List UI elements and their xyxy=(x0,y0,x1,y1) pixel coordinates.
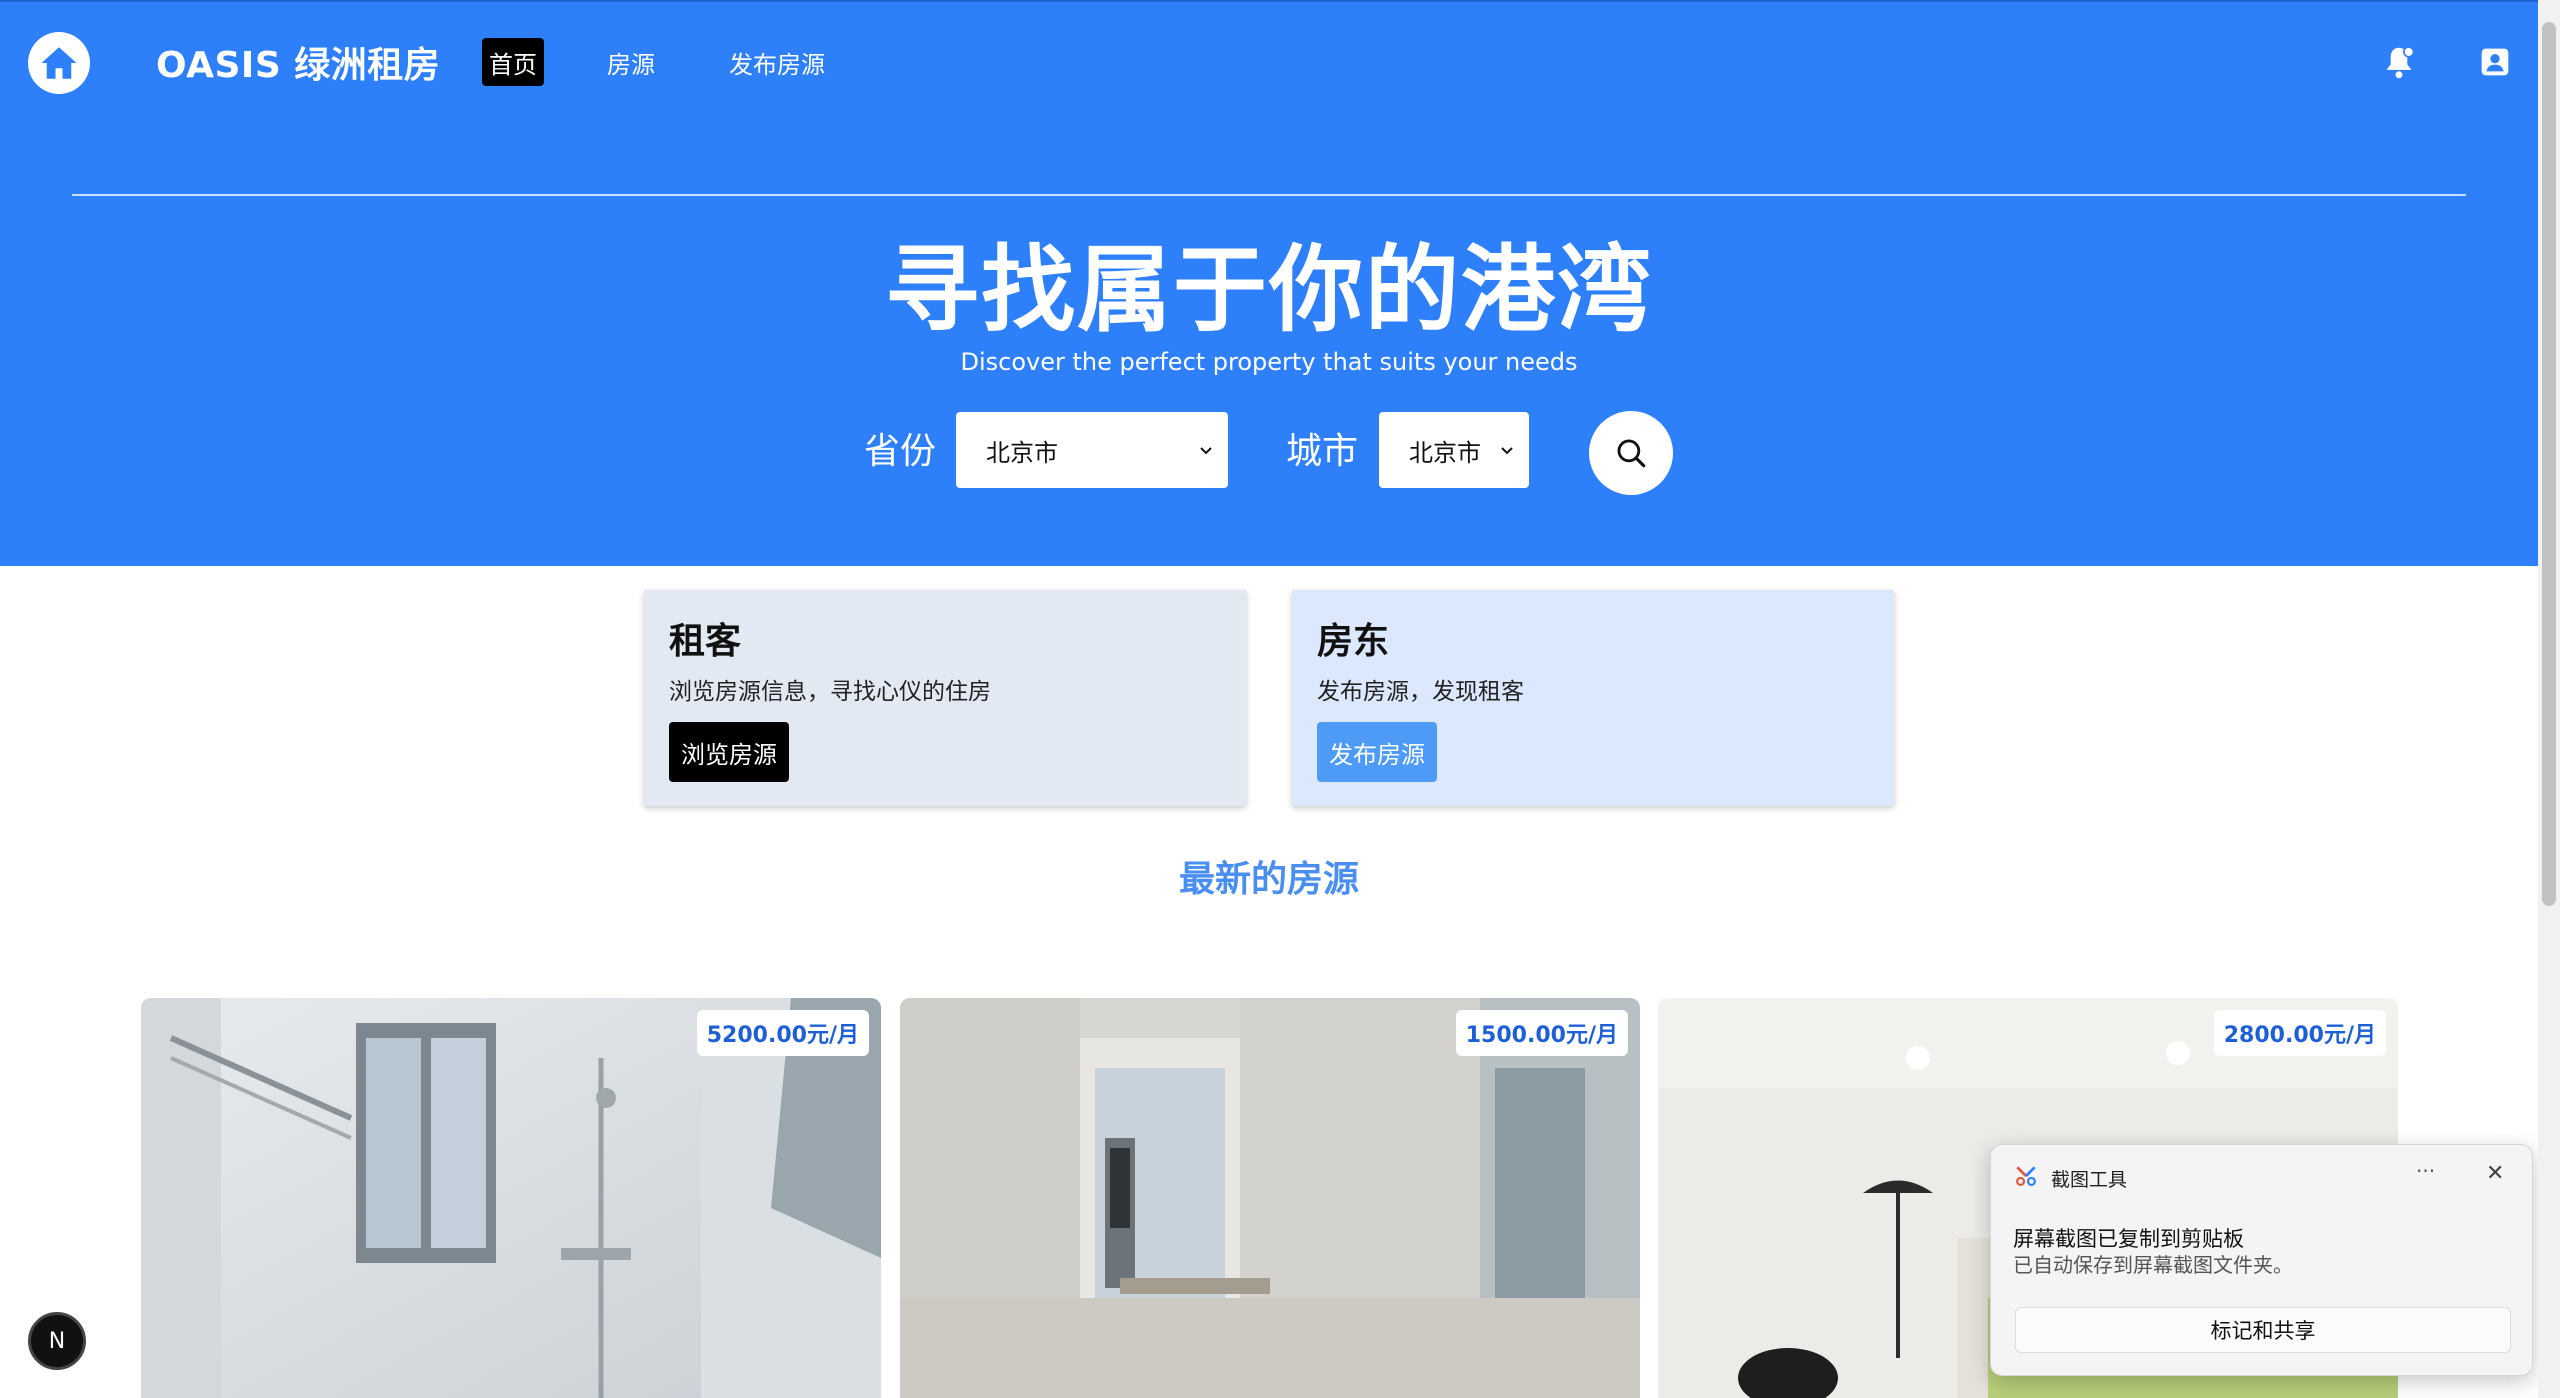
chevron-down-icon xyxy=(1501,447,1513,455)
landlord-card: 房东 发布房源，发现租客 发布房源 xyxy=(1292,590,1894,806)
listing-price: 1500.00元/月 xyxy=(1455,1010,1628,1056)
bell-icon xyxy=(2386,46,2415,79)
listing-photo-room xyxy=(900,998,1640,1398)
home-icon xyxy=(41,47,77,79)
nextjs-dev-badge[interactable]: N xyxy=(28,1312,86,1370)
profile-button[interactable] xyxy=(2479,46,2511,78)
landlord-card-description: 发布房源，发现租客 xyxy=(1317,679,1524,705)
nav-home[interactable]: 首页 xyxy=(482,38,544,86)
tenant-card: 租客 浏览房源信息，寻找心仪的住房 浏览房源 xyxy=(644,590,1246,806)
province-select-value: 北京市 xyxy=(986,438,1058,467)
tenant-card-description: 浏览房源信息，寻找心仪的住房 xyxy=(669,679,991,705)
listing-price: 2800.00元/月 xyxy=(2213,1010,2386,1056)
city-label: 城市 xyxy=(1286,431,1359,472)
snipping-tool-toast: 截图工具 ··· ✕ 屏幕截图已复制到剪贴板 已自动保存到屏幕截图文件夹。 标记… xyxy=(1990,1144,2533,1376)
province-select[interactable]: 北京市 xyxy=(956,412,1228,488)
city-select[interactable]: 北京市 xyxy=(1379,412,1529,488)
toast-close-button[interactable]: ✕ xyxy=(2486,1161,2504,1186)
province-label: 省份 xyxy=(864,431,937,472)
listing-price: 5200.00元/月 xyxy=(696,1010,869,1056)
toast-body: 已自动保存到屏幕截图文件夹。 xyxy=(2013,1253,2293,1277)
toast-app-name: 截图工具 xyxy=(2051,1169,2128,1191)
listing-photo-bathroom xyxy=(141,998,881,1398)
publish-listing-button[interactable]: 发布房源 xyxy=(1317,722,1437,782)
home-logo[interactable] xyxy=(28,32,90,94)
hero-banner: OASIS 绿洲租房 首页 房源 发布房源 寻找属于你的港湾 Discover … xyxy=(0,0,2538,566)
chevron-down-icon xyxy=(1200,447,1212,455)
snipping-tool-icon xyxy=(2016,1166,2036,1186)
toast-more-button[interactable]: ··· xyxy=(2416,1159,2435,1183)
page-scrollbar-thumb[interactable] xyxy=(2542,22,2556,906)
browse-listings-button[interactable]: 浏览房源 xyxy=(669,722,789,782)
tenant-card-title: 租客 xyxy=(669,621,742,662)
landlord-card-title: 房东 xyxy=(1317,621,1390,662)
nav-publish[interactable]: 发布房源 xyxy=(722,38,832,86)
hero-subtitle: Discover the perfect property that suits… xyxy=(960,348,1578,376)
listing-card[interactable]: 5200.00元/月 xyxy=(141,998,881,1398)
hero-title: 寻找属于你的港湾 xyxy=(884,236,1653,345)
profile-icon xyxy=(2481,48,2509,76)
hero-divider xyxy=(72,194,2466,196)
search-icon xyxy=(1617,439,1646,468)
brand-name[interactable]: OASIS 绿洲租房 xyxy=(156,36,440,88)
city-select-value: 北京市 xyxy=(1409,438,1481,467)
notification-button[interactable] xyxy=(2382,45,2416,81)
nav-listings[interactable]: 房源 xyxy=(600,38,662,86)
markup-and-share-button[interactable]: 标记和共享 xyxy=(2015,1307,2511,1353)
latest-listings-title: 最新的房源 xyxy=(1178,859,1359,900)
search-button[interactable] xyxy=(1589,411,1673,495)
listing-card[interactable]: 1500.00元/月 xyxy=(900,998,1640,1398)
